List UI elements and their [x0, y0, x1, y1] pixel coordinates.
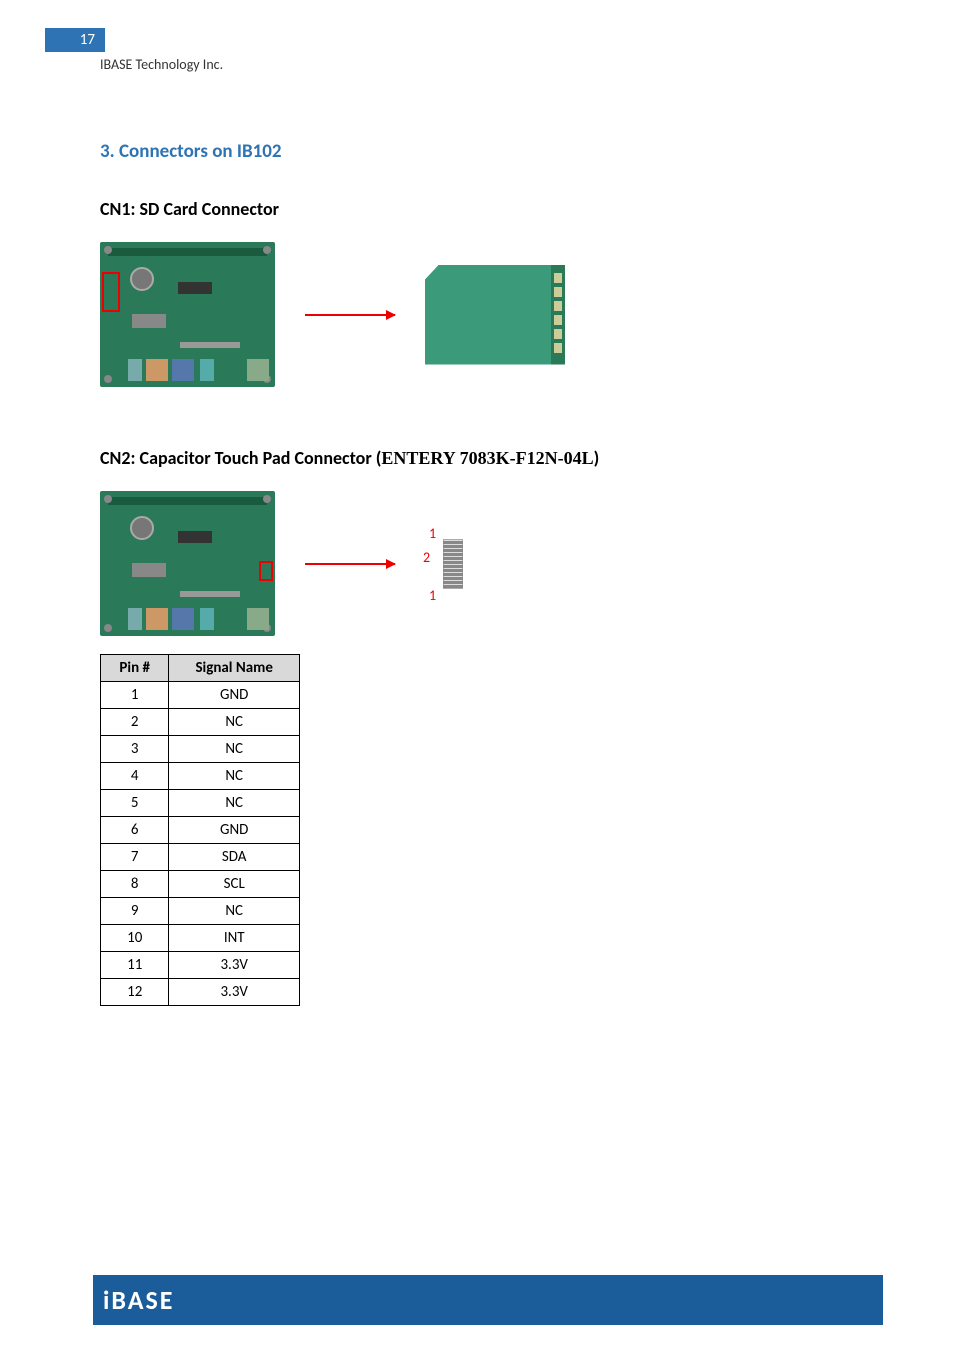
cn1-highlight	[102, 272, 120, 312]
table-row: 123.3V	[101, 979, 300, 1006]
col-signal: Signal Name	[169, 655, 300, 682]
cell-pin: 1	[101, 682, 169, 709]
footer-bar: iBASE	[93, 1275, 883, 1325]
cell-signal: NC	[169, 709, 300, 736]
cell-signal: NC	[169, 763, 300, 790]
table-row: 8SCL	[101, 871, 300, 898]
cell-signal: INT	[169, 925, 300, 952]
page-content: 3. Connectors on IB102 CN1: SD Card Conn…	[100, 140, 880, 1036]
pin-table: Pin # Signal Name 1GND2NC3NC4NC5NC6GND7S…	[100, 654, 300, 1006]
cn1-illustration	[100, 242, 880, 387]
cn2-heading-prefix: CN2: Capacitor Touch Pad Connector (	[100, 447, 381, 469]
company-name: IBASE Technology Inc.	[100, 56, 223, 73]
table-row: 113.3V	[101, 952, 300, 979]
pin-label-1: 1	[429, 525, 436, 542]
table-row: 7SDA	[101, 844, 300, 871]
section-heading: 3. Connectors on IB102	[100, 140, 880, 163]
cn1-heading: CN1: SD Card Connector	[100, 198, 880, 220]
arrow-icon	[305, 314, 395, 316]
table-row: 5NC	[101, 790, 300, 817]
cell-signal: NC	[169, 736, 300, 763]
cn1-section: CN1: SD Card Connector	[100, 198, 880, 387]
table-row: 10INT	[101, 925, 300, 952]
cell-signal: 3.3V	[169, 979, 300, 1006]
arrow-icon	[305, 563, 395, 565]
cell-pin: 9	[101, 898, 169, 925]
cell-signal: NC	[169, 898, 300, 925]
cell-pin: 3	[101, 736, 169, 763]
cn2-heading: CN2: Capacitor Touch Pad Connector (ENTE…	[100, 447, 880, 469]
cell-pin: 7	[101, 844, 169, 871]
cell-pin: 4	[101, 763, 169, 790]
cn2-illustration: 1 2 1	[100, 491, 880, 636]
page-number: 17	[45, 28, 105, 52]
cell-signal: 3.3V	[169, 952, 300, 979]
cell-pin: 10	[101, 925, 169, 952]
cell-signal: NC	[169, 790, 300, 817]
cn2-heading-part: ENTERY 7083K-F12N-04L	[381, 448, 593, 468]
board-diagram	[100, 242, 275, 387]
board-diagram	[100, 491, 275, 636]
col-pin: Pin #	[101, 655, 169, 682]
cell-pin: 8	[101, 871, 169, 898]
cell-signal: GND	[169, 682, 300, 709]
table-row: 3NC	[101, 736, 300, 763]
pin-label-2: 2	[423, 549, 430, 566]
table-header-row: Pin # Signal Name	[101, 655, 300, 682]
pin-label-1b: 1	[429, 587, 436, 604]
table-row: 2NC	[101, 709, 300, 736]
cn2-highlight	[259, 561, 273, 581]
cn2-section: CN2: Capacitor Touch Pad Connector (ENTE…	[100, 447, 880, 1006]
cell-pin: 12	[101, 979, 169, 1006]
table-row: 1GND	[101, 682, 300, 709]
cell-signal: GND	[169, 817, 300, 844]
cell-pin: 5	[101, 790, 169, 817]
cell-signal: SCL	[169, 871, 300, 898]
cell-pin: 2	[101, 709, 169, 736]
cell-signal: SDA	[169, 844, 300, 871]
table-row: 9NC	[101, 898, 300, 925]
sd-card-icon	[425, 265, 565, 365]
table-row: 6GND	[101, 817, 300, 844]
cell-pin: 11	[101, 952, 169, 979]
cn2-heading-suffix: )	[594, 447, 600, 469]
cell-pin: 6	[101, 817, 169, 844]
footer-logo: iBASE	[103, 1284, 174, 1316]
touch-connector-icon: 1 2 1	[425, 519, 475, 609]
table-row: 4NC	[101, 763, 300, 790]
